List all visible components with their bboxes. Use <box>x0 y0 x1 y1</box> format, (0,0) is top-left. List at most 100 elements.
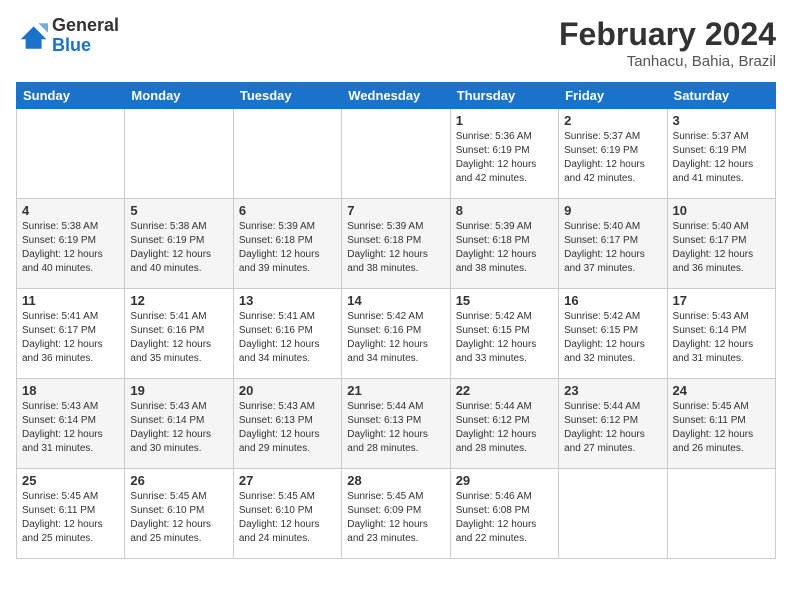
day-info: Sunrise: 5:37 AMSunset: 6:19 PMDaylight:… <box>564 130 661 186</box>
day-number: 4 <box>22 203 119 218</box>
calendar-cell: 5 Sunrise: 5:38 AMSunset: 6:19 PMDaylight… <box>125 199 233 289</box>
day-info: Sunrise: 5:44 AMSunset: 6:12 PMDaylight:… <box>456 400 553 456</box>
calendar-cell: 1Sunrise: 5:36 AMSunset: 6:19 PMDaylight… <box>450 109 558 199</box>
day-info: Sunrise: 5:45 AMSunset: 6:10 PMDaylight:… <box>130 490 227 546</box>
calendar-cell: 22 Sunrise: 5:44 AMSunset: 6:12 PMDayligh… <box>450 379 558 469</box>
calendar-cell: 26 Sunrise: 5:45 AMSunset: 6:10 PMDayligh… <box>125 469 233 559</box>
calendar-cell: 17 Sunrise: 5:43 AMSunset: 6:14 PMDayligh… <box>667 289 775 379</box>
day-number: 1 <box>456 113 553 128</box>
day-number: 15 <box>456 293 553 308</box>
day-number: 26 <box>130 473 227 488</box>
day-info: Sunrise: 5:39 AMSunset: 6:18 PMDaylight:… <box>347 220 444 276</box>
calendar-cell: 8Sunrise: 5:39 AMSunset: 6:18 PMDaylight… <box>450 199 558 289</box>
calendar-cell: 12 Sunrise: 5:41 AMSunset: 6:16 PMDayligh… <box>125 289 233 379</box>
day-number: 6 <box>239 203 336 218</box>
day-number: 20 <box>239 383 336 398</box>
calendar-cell <box>667 469 775 559</box>
day-number: 24 <box>673 383 770 398</box>
day-info: Sunrise: 5:43 AMSunset: 6:14 PMDaylight:… <box>673 310 770 366</box>
day-info: Sunrise: 5:37 AMSunset: 6:19 PMDaylight:… <box>673 130 770 186</box>
day-info: Sunrise: 5:40 AMSunset: 6:17 PMDaylight:… <box>673 220 770 276</box>
weekday-header-thursday: Thursday <box>450 83 558 109</box>
weekday-header-wednesday: Wednesday <box>342 83 450 109</box>
calendar-week-row: 4 Sunrise: 5:38 AMSunset: 6:19 PMDaylight… <box>17 199 776 289</box>
day-number: 9 <box>564 203 661 218</box>
calendar-cell: 14 Sunrise: 5:42 AMSunset: 6:16 PMDayligh… <box>342 289 450 379</box>
day-number: 17 <box>673 293 770 308</box>
day-number: 11 <box>22 293 119 308</box>
calendar-cell: 6 Sunrise: 5:39 AMSunset: 6:18 PMDaylight… <box>233 199 341 289</box>
day-number: 27 <box>239 473 336 488</box>
day-info: Sunrise: 5:38 AMSunset: 6:19 PMDaylight:… <box>22 220 119 276</box>
day-info: Sunrise: 5:39 AMSunset: 6:18 PMDaylight:… <box>456 220 553 276</box>
calendar-week-row: 11 Sunrise: 5:41 AMSunset: 6:17 PMDayligh… <box>17 289 776 379</box>
weekday-header-saturday: Saturday <box>667 83 775 109</box>
day-info: Sunrise: 5:46 AMSunset: 6:08 PMDaylight:… <box>456 490 553 546</box>
weekday-header-monday: Monday <box>125 83 233 109</box>
day-info: Sunrise: 5:41 AMSunset: 6:16 PMDaylight:… <box>130 310 227 366</box>
day-info: Sunrise: 5:45 AMSunset: 6:11 PMDaylight:… <box>22 490 119 546</box>
day-number: 23 <box>564 383 661 398</box>
calendar-cell: 13Sunrise: 5:41 AMSunset: 6:16 PMDayligh… <box>233 289 341 379</box>
day-number: 22 <box>456 383 553 398</box>
calendar-cell <box>559 469 667 559</box>
calendar-cell: 27 Sunrise: 5:45 AMSunset: 6:10 PMDayligh… <box>233 469 341 559</box>
day-info: Sunrise: 5:41 AMSunset: 6:16 PMDaylight:… <box>239 310 336 366</box>
calendar-cell: 20 Sunrise: 5:43 AMSunset: 6:13 PMDayligh… <box>233 379 341 469</box>
calendar-cell: 10 Sunrise: 5:40 AMSunset: 6:17 PMDayligh… <box>667 199 775 289</box>
logo: General Blue <box>16 16 119 56</box>
calendar-cell: 28 Sunrise: 5:45 AMSunset: 6:09 PMDayligh… <box>342 469 450 559</box>
calendar-cell <box>125 109 233 199</box>
logo-icon <box>16 20 48 52</box>
day-number: 18 <box>22 383 119 398</box>
day-number: 16 <box>564 293 661 308</box>
calendar-cell <box>233 109 341 199</box>
logo-blue-text: Blue <box>52 36 119 56</box>
day-info: Sunrise: 5:43 AMSunset: 6:14 PMDaylight:… <box>22 400 119 456</box>
day-number: 2 <box>564 113 661 128</box>
calendar-cell: 4 Sunrise: 5:38 AMSunset: 6:19 PMDaylight… <box>17 199 125 289</box>
day-info: Sunrise: 5:44 AMSunset: 6:12 PMDaylight:… <box>564 400 661 456</box>
calendar-table: SundayMondayTuesdayWednesdayThursdayFrid… <box>16 82 776 559</box>
calendar-cell: 25 Sunrise: 5:45 AMSunset: 6:11 PMDayligh… <box>17 469 125 559</box>
day-info: Sunrise: 5:40 AMSunset: 6:17 PMDaylight:… <box>564 220 661 276</box>
day-info: Sunrise: 5:45 AMSunset: 6:11 PMDaylight:… <box>673 400 770 456</box>
day-number: 21 <box>347 383 444 398</box>
day-info: Sunrise: 5:43 AMSunset: 6:13 PMDaylight:… <box>239 400 336 456</box>
calendar-cell <box>17 109 125 199</box>
calendar-cell: 9 Sunrise: 5:40 AMSunset: 6:17 PMDaylight… <box>559 199 667 289</box>
calendar-cell: 18 Sunrise: 5:43 AMSunset: 6:14 PMDayligh… <box>17 379 125 469</box>
day-number: 10 <box>673 203 770 218</box>
day-info: Sunrise: 5:38 AMSunset: 6:19 PMDaylight:… <box>130 220 227 276</box>
logo-general-text: General <box>52 16 119 36</box>
day-number: 5 <box>130 203 227 218</box>
calendar-cell: 7Sunrise: 5:39 AMSunset: 6:18 PMDaylight… <box>342 199 450 289</box>
calendar-week-row: 25 Sunrise: 5:45 AMSunset: 6:11 PMDayligh… <box>17 469 776 559</box>
title-block: February 2024 Tanhacu, Bahia, Brazil <box>559 16 776 70</box>
day-number: 25 <box>22 473 119 488</box>
day-number: 19 <box>130 383 227 398</box>
calendar-cell: 16Sunrise: 5:42 AMSunset: 6:15 PMDayligh… <box>559 289 667 379</box>
day-info: Sunrise: 5:42 AMSunset: 6:16 PMDaylight:… <box>347 310 444 366</box>
weekday-header-sunday: Sunday <box>17 83 125 109</box>
day-number: 28 <box>347 473 444 488</box>
calendar-cell <box>342 109 450 199</box>
day-info: Sunrise: 5:39 AMSunset: 6:18 PMDaylight:… <box>239 220 336 276</box>
day-number: 12 <box>130 293 227 308</box>
weekday-header-tuesday: Tuesday <box>233 83 341 109</box>
day-number: 14 <box>347 293 444 308</box>
calendar-week-row: 1Sunrise: 5:36 AMSunset: 6:19 PMDaylight… <box>17 109 776 199</box>
day-number: 29 <box>456 473 553 488</box>
calendar-cell: 15Sunrise: 5:42 AMSunset: 6:15 PMDayligh… <box>450 289 558 379</box>
day-info: Sunrise: 5:41 AMSunset: 6:17 PMDaylight:… <box>22 310 119 366</box>
calendar-cell: 11 Sunrise: 5:41 AMSunset: 6:17 PMDayligh… <box>17 289 125 379</box>
weekday-header-row: SundayMondayTuesdayWednesdayThursdayFrid… <box>17 83 776 109</box>
calendar-week-row: 18 Sunrise: 5:43 AMSunset: 6:14 PMDayligh… <box>17 379 776 469</box>
month-title: February 2024 <box>559 16 776 53</box>
calendar-cell: 23 Sunrise: 5:44 AMSunset: 6:12 PMDayligh… <box>559 379 667 469</box>
calendar-cell: 2 Sunrise: 5:37 AMSunset: 6:19 PMDaylight… <box>559 109 667 199</box>
page-header: General Blue February 2024 Tanhacu, Bahi… <box>16 16 776 70</box>
day-info: Sunrise: 5:45 AMSunset: 6:09 PMDaylight:… <box>347 490 444 546</box>
location-text: Tanhacu, Bahia, Brazil <box>559 53 776 70</box>
day-info: Sunrise: 5:45 AMSunset: 6:10 PMDaylight:… <box>239 490 336 546</box>
